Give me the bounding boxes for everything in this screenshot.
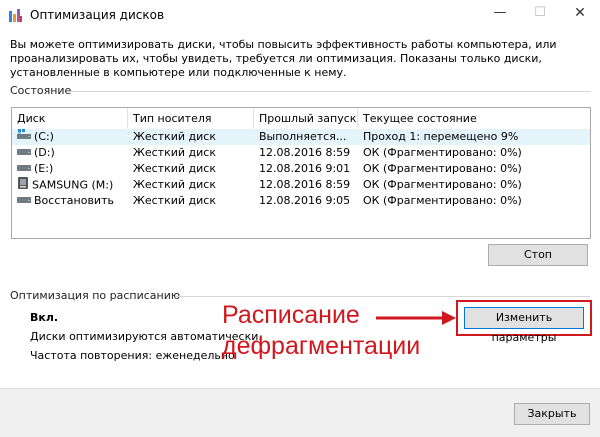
column-header-drive[interactable]: Диск bbox=[12, 108, 128, 129]
drive-name: (D:) bbox=[34, 146, 55, 159]
drive-name: Восстановить bbox=[34, 194, 114, 207]
schedule-frequency-text: Частота повторения: еженедельно bbox=[30, 349, 235, 362]
status-cell: ОК (Фрагментировано: 0%) bbox=[363, 178, 522, 191]
drive-cell: Восстановить bbox=[17, 193, 125, 209]
status-cell: ОК (Фрагментировано: 0%) bbox=[363, 162, 522, 175]
system-drive-icon bbox=[17, 129, 31, 145]
drive-cell: (C:) bbox=[17, 129, 125, 145]
last-run-cell: 12.08.2016 9:05 bbox=[259, 194, 351, 207]
table-row[interactable]: (D:) Жесткий диск 12.08.2016 8:59 ОК (Фр… bbox=[12, 145, 590, 161]
drive-cell: (E:) bbox=[17, 161, 125, 177]
status-cell: ОК (Фрагментировано: 0%) bbox=[363, 146, 522, 159]
status-cell: Проход 1: перемещено 9% bbox=[363, 130, 519, 143]
status-cell: ОК (Фрагментировано: 0%) bbox=[363, 194, 522, 207]
change-settings-button[interactable]: Изменить параметры bbox=[464, 307, 584, 344]
table-row[interactable]: Восстановить Жесткий диск 12.08.2016 9:0… bbox=[12, 193, 590, 209]
schedule-group-divider bbox=[176, 296, 590, 297]
title-bar: Оптимизация дисков — ☐ ✕ bbox=[0, 0, 600, 30]
last-run-cell: 12.08.2016 8:59 bbox=[259, 146, 351, 159]
table-row[interactable]: SAMSUNG (M:) Жесткий диск 12.08.2016 8:5… bbox=[12, 177, 590, 193]
status-group-label: Состояние bbox=[10, 84, 72, 97]
drive-cell: (D:) bbox=[17, 145, 125, 161]
drive-name: (C:) bbox=[34, 130, 54, 143]
media-type-cell: Жесткий диск bbox=[133, 130, 216, 143]
column-header-last-run[interactable]: Прошлый запуск bbox=[254, 108, 358, 129]
schedule-group-label: Оптимизация по расписанию bbox=[10, 289, 181, 302]
table-row[interactable]: (C:) Жесткий диск Выполняется... Проход … bbox=[12, 129, 590, 145]
media-type-cell: Жесткий диск bbox=[133, 178, 216, 191]
hard-drive-icon bbox=[17, 161, 31, 177]
drive-cell: SAMSUNG (M:) bbox=[17, 177, 125, 193]
media-type-cell: Жесткий диск bbox=[133, 162, 216, 175]
description-text: Вы можете оптимизировать диски, чтобы по… bbox=[10, 38, 557, 79]
close-window-button[interactable]: ✕ bbox=[560, 2, 600, 26]
drive-name: (E:) bbox=[34, 162, 54, 175]
annotation-line-2: дефрагментации bbox=[222, 332, 421, 360]
stop-button[interactable]: Стоп bbox=[488, 244, 588, 266]
drive-list[interactable]: Диск Тип носителя Прошлый запуск Текущее… bbox=[11, 107, 591, 239]
drive-name: SAMSUNG (M:) bbox=[32, 178, 114, 192]
window-title: Оптимизация дисков bbox=[30, 8, 165, 22]
last-run-cell: 12.08.2016 8:59 bbox=[259, 178, 351, 191]
column-header-current-status[interactable]: Текущее состояние bbox=[358, 108, 590, 129]
media-type-cell: Жесткий диск bbox=[133, 146, 216, 159]
column-header-media-type[interactable]: Тип носителя bbox=[128, 108, 254, 129]
media-type-cell: Жесткий диск bbox=[133, 194, 216, 207]
hard-drive-icon bbox=[17, 145, 31, 161]
last-run-cell: 12.08.2016 9:01 bbox=[259, 162, 351, 175]
annotation-line-1: Расписание bbox=[222, 301, 360, 329]
usb-drive-icon bbox=[17, 177, 29, 193]
defrag-app-icon bbox=[8, 8, 23, 23]
footer-bar bbox=[0, 388, 600, 437]
drive-list-header: Диск Тип носителя Прошлый запуск Текущее… bbox=[12, 108, 590, 129]
close-button[interactable]: Закрыть bbox=[514, 403, 590, 425]
status-group-divider bbox=[70, 91, 590, 92]
schedule-state: Вкл. bbox=[30, 311, 59, 324]
minimize-button[interactable]: — bbox=[480, 2, 520, 26]
table-row[interactable]: (E:) Жесткий диск 12.08.2016 9:01 ОК (Фр… bbox=[12, 161, 590, 177]
maximize-button[interactable]: ☐ bbox=[520, 2, 560, 26]
annotation-arrow-icon bbox=[376, 311, 456, 325]
hard-drive-icon bbox=[17, 193, 31, 209]
last-run-cell: Выполняется... bbox=[259, 130, 347, 143]
